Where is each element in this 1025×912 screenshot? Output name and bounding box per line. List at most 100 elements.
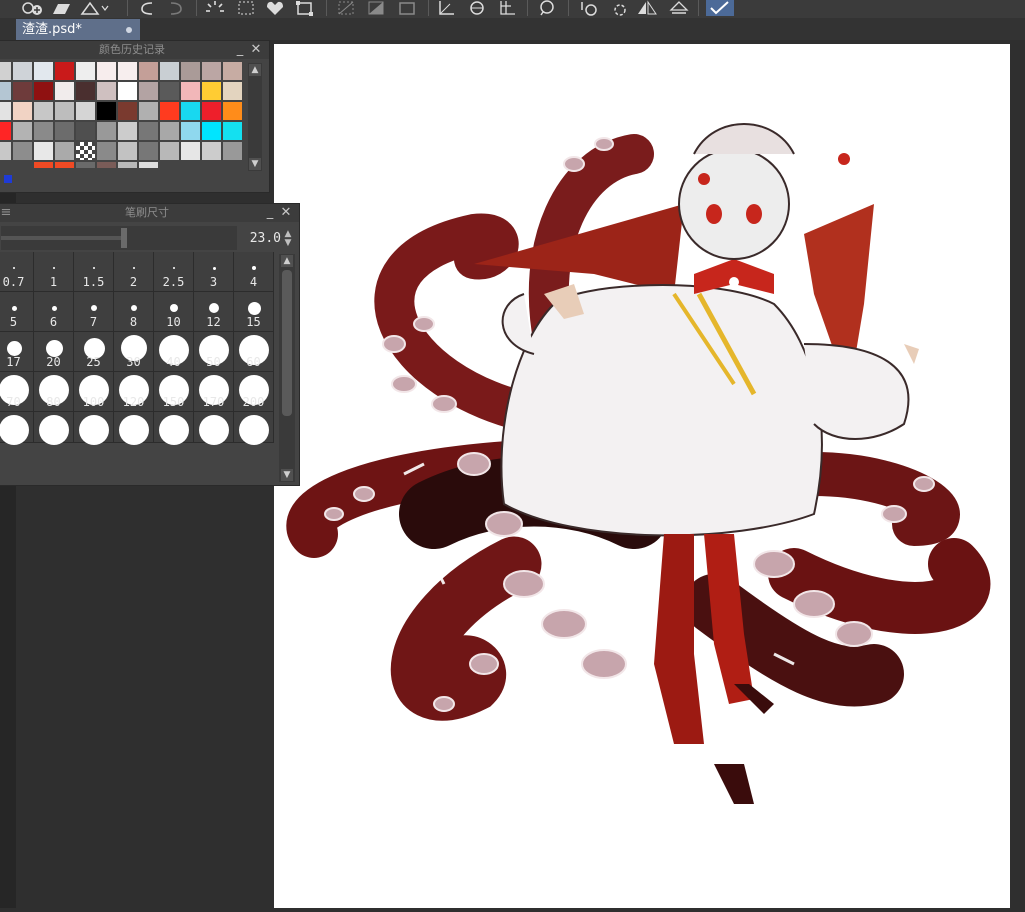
brush-preset-cell[interactable]: 40: [154, 332, 194, 372]
color-swatch[interactable]: [0, 62, 11, 80]
color-swatch[interactable]: [160, 122, 179, 140]
color-swatch[interactable]: [76, 162, 95, 168]
undo-icon[interactable]: [138, 0, 160, 16]
color-swatch[interactable]: [118, 122, 137, 140]
color-swatch[interactable]: [118, 142, 137, 160]
brush-preset-cell[interactable]: 0.7: [0, 252, 34, 292]
eraser-icon[interactable]: [50, 0, 72, 16]
brush-preset-scrollbar[interactable]: ▲ ▼: [279, 254, 295, 482]
rotate-right-icon[interactable]: [608, 0, 630, 16]
color-swatch[interactable]: [139, 102, 158, 120]
brush-size-header[interactable]: ≡ 笔刷尺寸 _ ✕: [0, 204, 299, 222]
current-color-swatch[interactable]: [4, 175, 12, 183]
color-swatch[interactable]: [55, 142, 74, 160]
color-swatch[interactable]: [55, 62, 74, 80]
document-tab[interactable]: 渣渣.psd*: [16, 19, 140, 40]
brush-preset-cell[interactable]: [194, 412, 234, 445]
brush-size-slider[interactable]: [1, 226, 237, 250]
color-swatch[interactable]: [34, 122, 53, 140]
color-swatch[interactable]: [34, 162, 53, 168]
color-swatch[interactable]: [97, 142, 116, 160]
brush-preset-cell[interactable]: [154, 412, 194, 445]
color-swatch[interactable]: [76, 82, 95, 100]
toggle-checkbox-icon[interactable]: [706, 0, 734, 16]
color-swatch[interactable]: [55, 162, 74, 168]
color-swatch[interactable]: [97, 122, 116, 140]
ruler-icon[interactable]: [436, 0, 458, 16]
color-swatch[interactable]: [223, 102, 242, 120]
brush-preset-cell[interactable]: [74, 412, 114, 445]
color-swatch[interactable]: [97, 62, 116, 80]
flip-horizontal-icon[interactable]: [636, 0, 658, 16]
brush-preset-cell[interactable]: [0, 412, 34, 445]
brush-preset-cell[interactable]: 25: [74, 332, 114, 372]
color-swatch[interactable]: [55, 82, 74, 100]
brush-preset-cell[interactable]: 5: [0, 292, 34, 332]
brush-preset-cell[interactable]: 30: [114, 332, 154, 372]
scroll-down-icon[interactable]: ▼: [281, 469, 293, 481]
brush-preset-cell[interactable]: 80: [34, 372, 74, 412]
brush-preset-cell[interactable]: 50: [194, 332, 234, 372]
brush-preset-cell[interactable]: 2.5: [154, 252, 194, 292]
color-swatch[interactable]: [0, 142, 11, 160]
brush-preset-cell[interactable]: 1: [34, 252, 74, 292]
brush-preset-cell[interactable]: 3: [194, 252, 234, 292]
scrollbar-thumb[interactable]: [282, 270, 292, 416]
color-swatch[interactable]: [139, 122, 158, 140]
scroll-up-icon[interactable]: ▲: [249, 64, 261, 76]
size-stepper-icon[interactable]: ▲ ▼: [282, 230, 294, 248]
color-swatch[interactable]: [202, 102, 221, 120]
color-swatch[interactable]: [76, 122, 95, 140]
color-swatch[interactable]: [139, 142, 158, 160]
flip-vertical-icon[interactable]: [668, 0, 690, 16]
brush-preset-cell[interactable]: 7: [74, 292, 114, 332]
color-swatch[interactable]: [181, 102, 200, 120]
color-history-header[interactable]: 颜色历史记录 _ ✕: [0, 41, 269, 59]
color-history-scrollbar[interactable]: ▲ ▼: [248, 63, 262, 171]
brush-preset-cell[interactable]: 12: [194, 292, 234, 332]
color-swatch[interactable]: [13, 142, 32, 160]
color-swatch[interactable]: [0, 102, 11, 120]
invert-selection-icon[interactable]: [366, 0, 388, 16]
color-swatch[interactable]: [202, 62, 221, 80]
color-swatch[interactable]: [97, 162, 116, 168]
brush-preset-cell[interactable]: 2: [114, 252, 154, 292]
brush-preset-cell[interactable]: 10: [154, 292, 194, 332]
color-swatch[interactable]: [202, 82, 221, 100]
brush-size-value[interactable]: 23.0: [241, 230, 281, 248]
color-swatch[interactable]: [55, 102, 74, 120]
new-layer-icon[interactable]: [22, 0, 44, 16]
color-swatch[interactable]: [118, 102, 137, 120]
brush-preset-cell[interactable]: 100: [74, 372, 114, 412]
transform-icon[interactable]: [294, 0, 316, 16]
brush-preset-cell[interactable]: 4: [234, 252, 274, 292]
perspective-icon[interactable]: [497, 0, 519, 16]
close-icon[interactable]: ✕: [249, 41, 263, 59]
color-swatch[interactable]: [160, 62, 179, 80]
color-swatch[interactable]: [34, 82, 53, 100]
brush-preset-cell[interactable]: 60: [234, 332, 274, 372]
color-swatch[interactable]: [118, 62, 137, 80]
brush-preset-cell[interactable]: [114, 412, 154, 445]
color-swatch[interactable]: [0, 82, 11, 100]
color-swatch[interactable]: [202, 142, 221, 160]
color-swatch[interactable]: [223, 62, 242, 80]
color-swatch[interactable]: [13, 82, 32, 100]
color-swatch[interactable]: [223, 142, 242, 160]
color-swatch[interactable]: [76, 62, 95, 80]
scroll-down-icon[interactable]: ▼: [249, 158, 261, 170]
close-icon[interactable]: ✕: [279, 204, 293, 222]
brush-preset-cell[interactable]: 200: [234, 372, 274, 412]
brush-preset-cell[interactable]: 15: [234, 292, 274, 332]
color-swatch[interactable]: [97, 102, 116, 120]
color-swatch[interactable]: [202, 122, 221, 140]
circle-half-icon[interactable]: [466, 0, 488, 16]
speech-bubble-icon[interactable]: [536, 0, 558, 16]
color-swatch[interactable]: [34, 62, 53, 80]
color-swatch[interactable]: [55, 122, 74, 140]
rotate-left-icon[interactable]: [578, 0, 600, 16]
color-swatch[interactable]: [160, 142, 179, 160]
brush-preset-cell[interactable]: 20: [34, 332, 74, 372]
color-swatch[interactable]: [76, 102, 95, 120]
slider-handle[interactable]: [121, 228, 127, 248]
